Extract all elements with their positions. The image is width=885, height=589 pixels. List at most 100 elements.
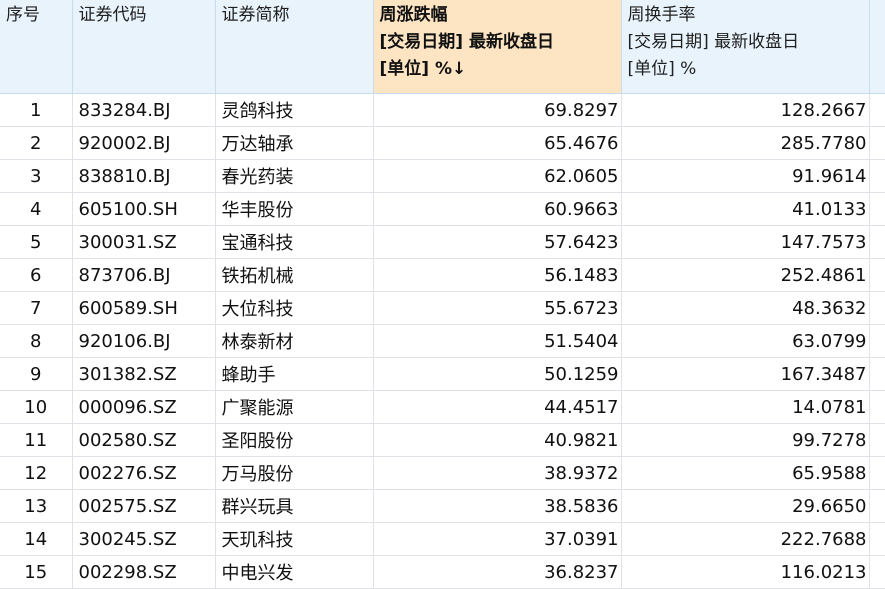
row-filler: [869, 225, 885, 259]
row-seq: 10: [0, 390, 73, 424]
table-row[interactable]: 15 002298.SZ 中电兴发 36.8237 116.0213: [0, 555, 885, 589]
row-name: 天玑科技: [215, 522, 374, 556]
row-name: 华丰股份: [215, 192, 374, 226]
row-name: 林泰新材: [215, 324, 374, 358]
header-seq[interactable]: 序号: [0, 0, 73, 94]
row-filler: [869, 522, 885, 556]
row-name: 圣阳股份: [215, 423, 374, 457]
header-weekly-change-title: 周涨跌幅: [379, 5, 448, 25]
table-row[interactable]: 3 838810.BJ 春光药装 62.0605 91.9614: [0, 159, 885, 193]
row-seq: 13: [0, 489, 73, 523]
row-weekly-turnover: 14.0781: [621, 390, 870, 424]
row-code: 920002.BJ: [72, 126, 216, 160]
row-name: 大位科技: [215, 291, 374, 325]
row-seq: 1: [0, 93, 73, 127]
row-filler: [869, 555, 885, 589]
header-row: 序号 证券代码 证券简称 周涨跌幅 [交易日期] 最新收盘日 [单位] %↓ 周…: [0, 0, 885, 94]
row-weekly-change: 38.9372: [373, 456, 622, 490]
row-seq: 15: [0, 555, 73, 589]
row-seq: 7: [0, 291, 73, 325]
table-row[interactable]: 4 605100.SH 华丰股份 60.9663 41.0133: [0, 192, 885, 226]
table-row[interactable]: 12 002276.SZ 万马股份 38.9372 65.9588: [0, 456, 885, 490]
header-weekly-turnover[interactable]: 周换手率 [交易日期] 最新收盘日 [单位] %: [621, 0, 870, 94]
row-filler: [869, 159, 885, 193]
row-seq: 14: [0, 522, 73, 556]
row-weekly-change: 51.5404: [373, 324, 622, 358]
table-row[interactable]: 2 920002.BJ 万达轴承 65.4676 285.7780: [0, 126, 885, 160]
row-code: 002580.SZ: [72, 423, 216, 457]
row-weekly-change: 69.8297: [373, 93, 622, 127]
row-weekly-turnover: 65.9588: [621, 456, 870, 490]
row-seq: 11: [0, 423, 73, 457]
row-seq: 5: [0, 225, 73, 259]
row-weekly-turnover: 29.6650: [621, 489, 870, 523]
header-code[interactable]: 证券代码: [72, 0, 216, 94]
row-code: 300245.SZ: [72, 522, 216, 556]
row-filler: [869, 258, 885, 292]
table-body: 1 833284.BJ 灵鸽科技 69.8297 128.2667 2 920002.BJ 万…: [0, 93, 885, 589]
row-name: 群兴玩具: [215, 489, 374, 523]
row-weekly-change: 57.6423: [373, 225, 622, 259]
header-weekly-change-unit: [单位] %↓: [379, 59, 467, 79]
header-weekly-change[interactable]: 周涨跌幅 [交易日期] 最新收盘日 [单位] %↓: [373, 0, 622, 94]
row-name: 春光药装: [215, 159, 374, 193]
row-weekly-turnover: 252.4861: [621, 258, 870, 292]
row-code: 873706.BJ: [72, 258, 216, 292]
row-name: 万马股份: [215, 456, 374, 490]
row-weekly-turnover: 167.3487: [621, 357, 870, 391]
row-code: 000096.SZ: [72, 390, 216, 424]
row-name: 铁拓机械: [215, 258, 374, 292]
row-weekly-turnover: 128.2667: [621, 93, 870, 127]
row-seq: 2: [0, 126, 73, 160]
row-weekly-change: 56.1483: [373, 258, 622, 292]
table-row[interactable]: 13 002575.SZ 群兴玩具 38.5836 29.6650: [0, 489, 885, 523]
row-name: 万达轴承: [215, 126, 374, 160]
table-row[interactable]: 5 300031.SZ 宝通科技 57.6423 147.7573: [0, 225, 885, 259]
row-seq: 9: [0, 357, 73, 391]
row-weekly-turnover: 222.7688: [621, 522, 870, 556]
table-row[interactable]: 10 000096.SZ 广聚能源 44.4517 14.0781: [0, 390, 885, 424]
row-name: 灵鸽科技: [215, 93, 374, 127]
row-weekly-change: 62.0605: [373, 159, 622, 193]
table-row[interactable]: 7 600589.SH 大位科技 55.6723 48.3632: [0, 291, 885, 325]
row-code: 833284.BJ: [72, 93, 216, 127]
header-filler: [869, 0, 885, 94]
row-filler: [869, 324, 885, 358]
row-code: 002575.SZ: [72, 489, 216, 523]
row-seq: 3: [0, 159, 73, 193]
row-name: 中电兴发: [215, 555, 374, 589]
row-weekly-change: 40.9821: [373, 423, 622, 457]
header-weekly-turnover-date: [交易日期] 最新收盘日: [627, 32, 800, 52]
row-filler: [869, 126, 885, 160]
row-code: 002298.SZ: [72, 555, 216, 589]
row-code: 300031.SZ: [72, 225, 216, 259]
table-row[interactable]: 8 920106.BJ 林泰新材 51.5404 63.0799: [0, 324, 885, 358]
table-row[interactable]: 1 833284.BJ 灵鸽科技 69.8297 128.2667: [0, 93, 885, 127]
row-weekly-turnover: 116.0213: [621, 555, 870, 589]
header-weekly-change-date: [交易日期] 最新收盘日: [379, 32, 554, 52]
header-name[interactable]: 证券简称: [215, 0, 374, 94]
row-filler: [869, 456, 885, 490]
row-filler: [869, 390, 885, 424]
row-seq: 8: [0, 324, 73, 358]
row-name: 蜂助手: [215, 357, 374, 391]
row-code: 600589.SH: [72, 291, 216, 325]
row-weekly-change: 44.4517: [373, 390, 622, 424]
row-filler: [869, 93, 885, 127]
row-filler: [869, 192, 885, 226]
stock-table: 序号 证券代码 证券简称 周涨跌幅 [交易日期] 最新收盘日 [单位] %↓ 周…: [0, 0, 885, 589]
row-filler: [869, 291, 885, 325]
row-weekly-change: 50.1259: [373, 357, 622, 391]
table-row[interactable]: 6 873706.BJ 铁拓机械 56.1483 252.4861: [0, 258, 885, 292]
row-code: 002276.SZ: [72, 456, 216, 490]
row-weekly-change: 38.5836: [373, 489, 622, 523]
row-weekly-change: 37.0391: [373, 522, 622, 556]
row-seq: 12: [0, 456, 73, 490]
row-weekly-turnover: 91.9614: [621, 159, 870, 193]
row-name: 宝通科技: [215, 225, 374, 259]
table-row[interactable]: 14 300245.SZ 天玑科技 37.0391 222.7688: [0, 522, 885, 556]
table-row[interactable]: 11 002580.SZ 圣阳股份 40.9821 99.7278: [0, 423, 885, 457]
row-filler: [869, 357, 885, 391]
row-code: 838810.BJ: [72, 159, 216, 193]
table-row[interactable]: 9 301382.SZ 蜂助手 50.1259 167.3487: [0, 357, 885, 391]
